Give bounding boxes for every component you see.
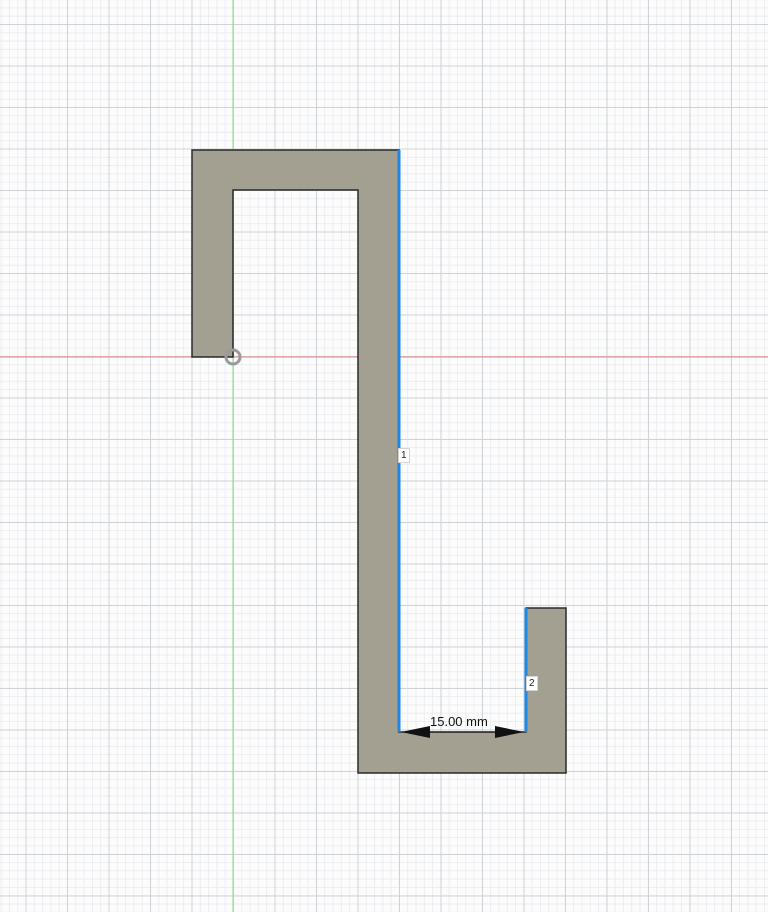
hook-profile[interactable] (191, 149, 567, 774)
sketch-canvas[interactable]: 1 2 15.00 mm (0, 0, 768, 912)
dimension-value[interactable]: 15.00 mm (430, 714, 488, 729)
constraint-label-2[interactable]: 2 (526, 676, 538, 691)
constraint-label-1[interactable]: 1 (398, 448, 410, 463)
sketch-drawing[interactable] (0, 0, 768, 912)
